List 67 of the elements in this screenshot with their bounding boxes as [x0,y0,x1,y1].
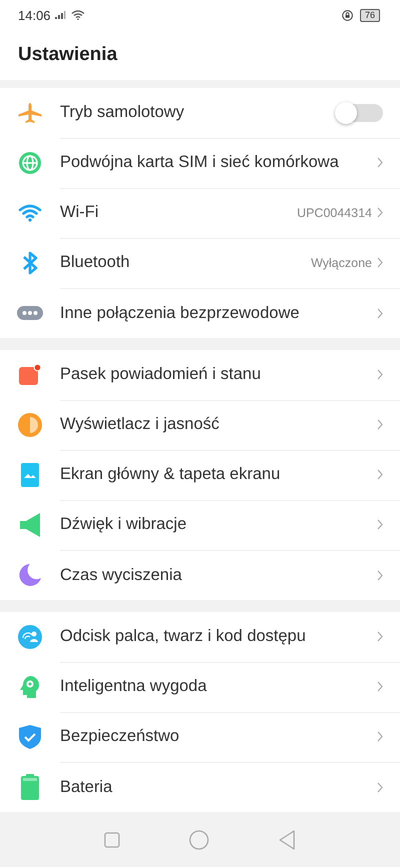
toggle-switch[interactable] [337,104,383,122]
settings-item[interactable]: Podwójna karta SIM i sieć komórkowa [0,138,400,188]
item-label: Dźwięk i wibracje [60,515,188,534]
chevron-icon [377,207,383,218]
item-label: Podwójna karta SIM i sieć komórkowa [60,153,340,172]
globe-icon [19,152,41,174]
item-label: Bezpieczeństwo [60,727,180,746]
image-icon [21,463,39,487]
moon-icon [18,563,42,587]
chevron-icon [377,681,383,692]
head-gear-icon [19,675,41,699]
chevron-icon [377,782,383,792]
notification-icon [19,364,41,386]
speaker-icon [20,513,40,537]
item-value: UPC0044314 [296,206,372,220]
airplane-icon [17,102,43,124]
settings-item[interactable]: Pasek powiadomień i stanu [0,350,400,400]
chevron-icon [377,419,383,430]
battery-icon [21,774,39,800]
settings-item[interactable]: Inne połączenia bezprzewodowe [0,288,400,338]
recents-button[interactable] [104,832,120,848]
signal-icon [54,11,67,19]
status-time: 14:06 [18,8,51,22]
item-label: Ekran główny & tapeta ekranu [60,465,282,484]
item-label: Tryb samolotowy [60,103,186,122]
item-label: Odcisk palca, twarz i kod dostępu [60,627,307,646]
page-title: Ustawienia [18,44,118,66]
chevron-icon [377,157,383,168]
settings-item[interactable]: Ekran główny & tapeta ekranu [0,450,400,500]
settings-item[interactable]: Inteligentna wygoda [0,662,400,712]
settings-item[interactable]: Wi-Fi UPC0044314 [0,188,400,238]
chevron-icon [377,369,383,380]
item-label: Bluetooth [60,253,131,272]
shield-icon [19,725,41,749]
item-label: Wi-Fi [60,203,100,222]
chevron-icon [377,631,383,642]
chevron-icon [377,308,383,318]
item-label: Inne połączenia bezprzewodowe [60,304,300,322]
fingerprint-icon [18,625,42,649]
item-label: Czas wyciszenia [60,566,183,584]
lock-icon [342,10,353,20]
settings-item[interactable]: Bluetooth Wyłączone [0,238,400,288]
settings-item[interactable]: Bezpieczeństwo [0,712,400,762]
chevron-icon [377,257,383,268]
settings-item[interactable]: Bateria [0,762,400,812]
wifi-icon [18,204,42,222]
chevron-icon [377,570,383,580]
half-circle-icon [18,413,42,437]
item-label: Pasek powiadomień i stanu [60,365,262,384]
chevron-icon [377,731,383,742]
settings-item[interactable]: Tryb samolotowy [0,88,400,138]
battery-indicator: 76 [360,8,380,22]
settings-item[interactable]: Czas wyciszenia [0,550,400,600]
dots-icon [17,306,43,320]
settings-item[interactable]: Odcisk palca, twarz i kod dostępu [0,612,400,662]
item-label: Wyświetlacz i jasność [60,415,220,434]
item-label: Inteligentna wygoda [60,677,208,696]
chevron-icon [377,519,383,530]
chevron-icon [377,469,383,480]
settings-item[interactable]: Dźwięk i wibracje [0,500,400,550]
bluetooth-icon [22,251,38,275]
settings-item[interactable]: Wyświetlacz i jasność [0,400,400,450]
wifi-icon [70,10,85,20]
item-value: Wyłączone [310,256,372,270]
home-button[interactable] [188,830,209,850]
back-button[interactable] [278,830,296,850]
item-label: Bateria [60,778,114,796]
